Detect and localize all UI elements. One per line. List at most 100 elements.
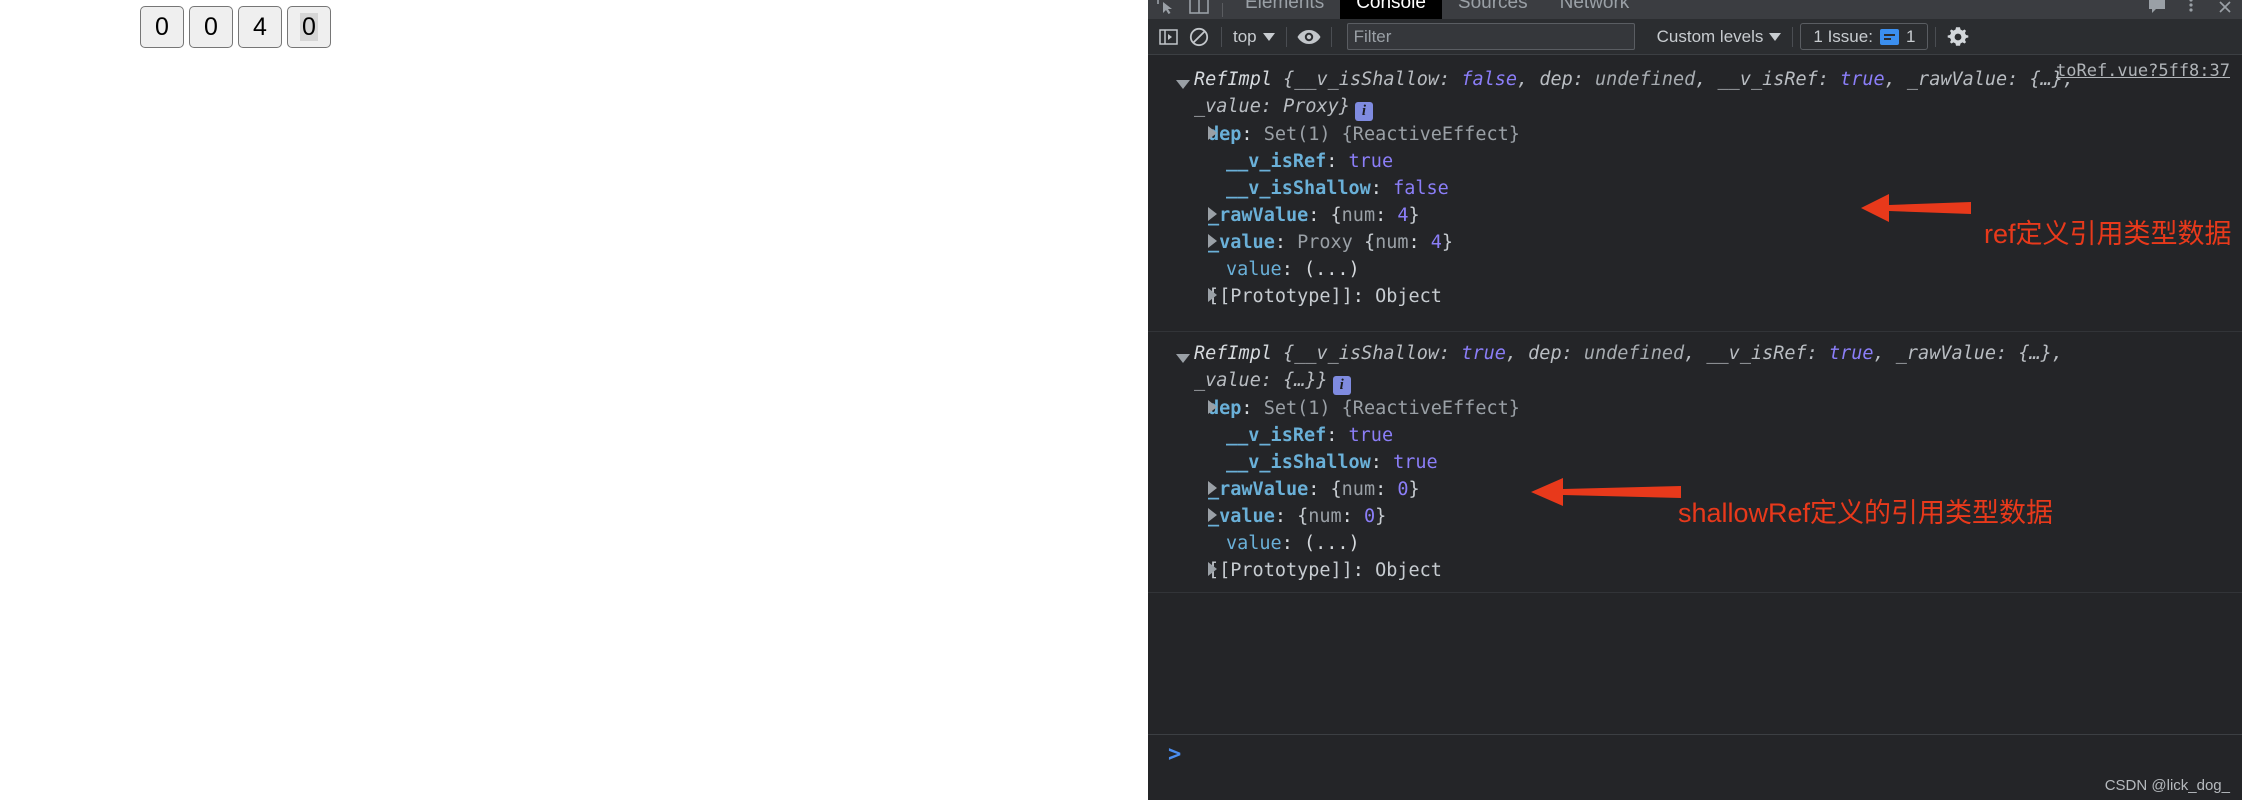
expand-triangle-icon[interactable] <box>1176 80 1190 89</box>
property-value[interactable]: (...) <box>1304 533 1360 554</box>
property-value: Set(1) {ReactiveEffect} <box>1263 398 1520 419</box>
expand-triangle-icon[interactable] <box>1208 207 1217 221</box>
expand-triangle-icon[interactable] <box>1208 481 1217 495</box>
expand-triangle-icon[interactable] <box>1208 288 1217 302</box>
property-value: true <box>1348 151 1394 172</box>
chevron-down-icon <box>1769 32 1782 41</box>
prompt-caret-icon: > <box>1168 742 1182 767</box>
issue-chip-icon <box>1879 28 1899 45</box>
watermark-label: CSDN @lick_dog_ <box>2104 777 2230 794</box>
application-page-pane: 0 0 4 0 <box>0 0 1148 800</box>
console-filter-input[interactable] <box>1346 23 1635 50</box>
object-property-row[interactable]: dep: Set(1) {ReactiveEffect} <box>1208 395 2242 422</box>
property-num-value: 4 <box>1397 205 1409 226</box>
counter-button-4[interactable]: 0 <box>287 6 331 48</box>
console-sidebar-toggle-icon[interactable] <box>1154 23 1184 51</box>
object-property-row[interactable]: __v_isShallow: false <box>1226 175 2242 202</box>
annotation-label-1: ref定义引用类型数据 <box>1984 219 2232 249</box>
expand-triangle-icon[interactable] <box>1208 126 1217 140</box>
toolbar-divider-4 <box>1792 26 1794 47</box>
log-levels-selector[interactable]: Custom levels <box>1653 27 1786 47</box>
devtools-tabstrip: Elements Console Sources Network <box>1148 0 2242 19</box>
info-badge-icon[interactable]: i <box>1354 102 1373 121</box>
preview-key-2: dep <box>1539 69 1573 90</box>
object-property-row[interactable]: value: (...) <box>1226 256 2242 283</box>
preview-val-2: undefined <box>1595 69 1696 90</box>
tab-console-label: Console <box>1356 0 1426 13</box>
more-options-icon[interactable] <box>2174 0 2208 19</box>
object-property-row[interactable]: __v_isShallow: true <box>1226 449 2242 476</box>
preview-val-1: true <box>1461 343 1506 364</box>
property-key: _value <box>1208 506 1275 527</box>
constructor-name: RefImpl <box>1194 69 1272 90</box>
property-key: __v_isShallow <box>1226 452 1371 473</box>
devtools-panel: Elements Console Sources Network top Fil… <box>1148 0 2242 800</box>
object-property-row[interactable]: __v_isRef: true <box>1226 148 2242 175</box>
messages-count-icon[interactable] <box>2140 0 2174 19</box>
toolbar-divider-2 <box>1285 26 1287 47</box>
property-value: true <box>1348 425 1394 446</box>
constructor-name: RefImpl <box>1194 343 1272 364</box>
tab-sources-label: Sources <box>1457 0 1528 13</box>
preview-val-5: Proxy <box>1283 96 1339 117</box>
issues-count: 1 <box>1905 26 1916 46</box>
property-key: value <box>1226 259 1282 280</box>
expand-triangle-icon[interactable] <box>1208 508 1217 522</box>
object-property-row[interactable]: [[Prototype]]: Object <box>1208 557 2242 584</box>
tab-elements[interactable]: Elements <box>1229 0 1340 19</box>
counter-button-1[interactable]: 0 <box>140 6 184 48</box>
preview-key-1: __v_isShallow <box>1294 343 1440 364</box>
property-key: _rawValue <box>1208 479 1309 500</box>
tab-network[interactable]: Network <box>1544 0 1646 19</box>
property-key: [[Prototype]] <box>1208 560 1353 581</box>
preview-key-3: __v_isRef <box>1706 343 1807 364</box>
property-value: false <box>1393 178 1449 199</box>
create-live-expression-icon[interactable] <box>1294 23 1324 51</box>
expand-triangle-icon[interactable] <box>1208 400 1217 414</box>
toggle-device-toolbar-icon[interactable] <box>1182 0 1216 19</box>
property-value[interactable]: (...) <box>1304 259 1360 280</box>
settings-gear-icon[interactable] <box>1943 23 1973 51</box>
object-property-row[interactable]: [[Prototype]]: Object <box>1208 283 2242 310</box>
counter-button-3[interactable]: 4 <box>238 6 282 48</box>
close-devtools-icon[interactable] <box>2208 0 2242 19</box>
tab-console[interactable]: Console <box>1340 0 1442 19</box>
preview-val-3: true <box>1828 343 1874 364</box>
console-prompt-row[interactable]: > <box>1148 734 2242 774</box>
clear-console-icon[interactable] <box>1184 23 1214 51</box>
expand-triangle-icon[interactable] <box>1176 354 1190 363</box>
brace-close: } <box>1316 370 1328 391</box>
console-log-entry[interactable]: toRef.vue?5ff8:37 RefImpl {__v_isShallow… <box>1148 56 2242 332</box>
tabstrip-divider <box>1222 3 1223 17</box>
preview-key-5: _value <box>1194 96 1261 117</box>
object-property-row[interactable]: dep: Set(1) {ReactiveEffect} <box>1208 121 2242 148</box>
execution-context-selector[interactable]: top <box>1229 27 1279 47</box>
annotation-label-2: shallowRef定义的引用类型数据 <box>1678 498 2054 528</box>
counter-value-4: 0 <box>300 13 318 41</box>
screenshot-root: 0 0 4 0 Elements Console Sources Network… <box>0 0 2242 800</box>
preview-val-4: {…} <box>2029 69 2063 90</box>
console-toolbar: top Custom levels 1 Issue: 1 <box>1148 19 2242 55</box>
preview-val-1: false <box>1461 69 1518 90</box>
object-property-row[interactable]: value: (...) <box>1226 530 2242 557</box>
counter-button-group: 0 0 4 0 <box>140 6 331 48</box>
toolbar-divider-1 <box>1221 26 1222 47</box>
preview-key-5: _value <box>1194 370 1261 391</box>
expand-triangle-icon[interactable] <box>1208 234 1217 248</box>
issues-badge[interactable]: 1 Issue: 1 <box>1800 23 1929 50</box>
proxy-tag: Proxy <box>1297 232 1364 253</box>
brace-open: { <box>1283 343 1295 364</box>
tab-sources[interactable]: Sources <box>1442 0 1544 19</box>
console-log-entry[interactable]: RefImpl {__v_isShallow: true, dep: undef… <box>1148 332 2242 593</box>
object-property-row[interactable]: __v_isRef: true <box>1226 422 2242 449</box>
preview-val-4: {…} <box>2018 343 2052 364</box>
inspect-element-icon[interactable] <box>1148 0 1182 19</box>
expand-triangle-icon[interactable] <box>1208 562 1217 576</box>
annotation-arrow-2 <box>1531 478 1681 506</box>
toolbar-divider-5 <box>1935 26 1937 47</box>
info-badge-icon[interactable]: i <box>1332 376 1351 395</box>
brace-open: { <box>1283 69 1295 90</box>
counter-button-2[interactable]: 0 <box>189 6 233 48</box>
property-key: value <box>1226 533 1282 554</box>
console-output[interactable]: toRef.vue?5ff8:37 RefImpl {__v_isShallow… <box>1148 56 2242 734</box>
